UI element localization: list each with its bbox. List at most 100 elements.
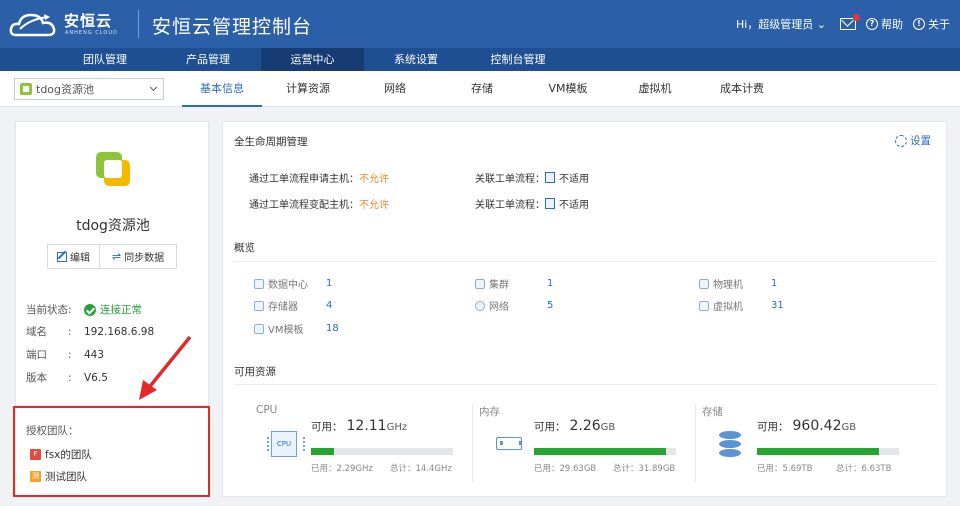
nav-item-settings[interactable]: 系统设置 [366,48,466,71]
overview-label: VM模板 [268,325,304,336]
available-unit: GB [841,422,857,433]
total-value: 总计：14.4GHz [390,464,452,474]
help-label: 帮助 [881,18,903,31]
resource-storage: 存储 可用： 960.42GB 已用：5.69TB 总计：6.63TB [696,398,919,486]
status-badge: 连接正常 [84,302,142,317]
info-icon: ! [913,18,925,30]
colon: : [68,325,72,338]
header-actions: Hi，超级管理员 ⌄ ? 帮助 ! 关于 [736,14,950,32]
tab-compute[interactable]: 计算资源 [280,71,336,107]
header-divider [138,10,139,38]
settings-button[interactable]: 设置 [895,133,931,148]
usage-bar [757,448,899,455]
flow-value: 不适用 [559,200,589,211]
resource-name: 内存 [479,406,500,418]
total-value: 总计：31.89GB [613,464,676,474]
mail-icon[interactable] [840,14,860,30]
logo[interactable]: 安恒云 ANHENG CLOUD [8,7,133,41]
pool-select-value: tdog资源池 [36,83,95,96]
overview-item-network[interactable]: 网络 5 [475,298,553,313]
server-icon [699,278,709,289]
tab-basic-info[interactable]: 基本信息 [182,71,262,107]
about-link[interactable]: ! 关于 [913,16,950,32]
used-value: 已用：2.29GHz [311,464,373,474]
version-value: V6.5 [84,371,108,384]
used-value: 已用：29.63GB [534,464,597,474]
gear-icon [895,134,907,147]
app-header: 安恒云 ANHENG CLOUD 安恒云管理控制台 Hi，超级管理员 ⌄ ? 帮助… [0,0,960,48]
edit-button[interactable]: 编辑 [48,245,100,268]
overview-item-vm[interactable]: 虚拟机 31 [699,298,784,313]
sync-label: 同步数据 [124,253,165,264]
colon: : [68,371,72,384]
document-icon [545,172,555,183]
usage-bar [534,448,676,455]
resource-name: CPU [256,404,278,416]
nav-item-operations[interactable]: 运营中心 [261,48,364,71]
flow-row: 关联工单流程： 不适用 [475,196,589,211]
flow-value: 不适用 [559,174,589,185]
nav-item-product[interactable]: 产品管理 [158,48,258,71]
help-icon: ? [866,18,878,30]
colon: : [68,348,72,361]
pool-actions: 编辑 ⇌ 同步数据 [47,244,177,269]
overview-item-datastore[interactable]: 存储器 4 [254,298,332,313]
overview-value: 18 [326,323,339,334]
memory-icon [496,437,522,450]
resource-name: 存储 [702,406,723,418]
available-label: 可用： [534,421,566,433]
notification-dot [853,14,860,21]
cloud-logo-icon [9,13,56,37]
overview-value: 5 [547,300,554,311]
help-link[interactable]: ? 帮助 [866,16,903,32]
lifecycle-row-value: 不允许 [359,200,389,211]
overview-item-host[interactable]: 物理机 1 [699,276,777,291]
available-value: 960.42 [792,418,842,434]
domain-key: 域名 [26,326,47,338]
vmware-logo-icon [96,152,130,186]
app-title: 安恒云管理控制台 [152,16,313,38]
vm-icon [699,300,709,311]
lifecycle-row-value: 不允许 [359,174,389,185]
sync-icon: ⇌ [111,250,122,263]
flow-label: 关联工单流程： [475,174,545,185]
overview-item-datacenter[interactable]: 数据中心 1 [254,276,332,291]
port-key: 端口 [26,349,47,361]
lifecycle-row: 通过工单流程申请主机： 不允许 [249,170,389,185]
tab-network[interactable]: 网络 [375,71,415,107]
pool-select[interactable]: tdog资源池 [14,78,164,100]
lifecycle-title: 全生命周期管理 [234,136,308,148]
document-icon [545,198,555,209]
tab-cost[interactable]: 成本计费 [712,71,772,107]
overview-item-cluster[interactable]: 集群 1 [475,276,553,291]
nav-item-console[interactable]: 控制台管理 [468,48,568,71]
overview-value: 1 [547,278,554,289]
available-label: 可用： [311,421,343,433]
database-icon [719,431,741,457]
check-circle-icon [84,303,96,316]
datacenter-icon [254,278,264,289]
status-value: 连接正常 [100,304,142,316]
tab-vms[interactable]: 虚拟机 [633,71,677,107]
logo-subtext: ANHENG CLOUD [65,30,118,36]
logo-text: 安恒云 [64,12,113,30]
user-menu[interactable]: Hi，超级管理员 ⌄ [736,16,826,32]
usage-bar-fill [311,448,334,455]
highlight-box [13,406,210,497]
divider [234,384,937,385]
tab-storage[interactable]: 存储 [462,71,502,107]
nav-item-team[interactable]: 团队管理 [55,48,155,71]
network-icon [475,300,485,311]
tab-vm-template[interactable]: VM模板 [542,71,594,107]
template-icon [254,323,264,334]
sync-button[interactable]: ⇌ 同步数据 [100,245,176,268]
usage-bar [311,448,453,455]
edit-label: 编辑 [70,253,90,264]
port-row: 端口:443 [26,347,104,362]
resources-title: 可用资源 [234,366,276,378]
resource-available: 可用： 2.26GB [534,418,615,434]
overview-label: 网络 [489,302,509,313]
overview-label: 数据中心 [268,280,308,291]
resource-available: 可用： 960.42GB [757,418,856,434]
overview-item-template[interactable]: VM模板 18 [254,321,339,336]
